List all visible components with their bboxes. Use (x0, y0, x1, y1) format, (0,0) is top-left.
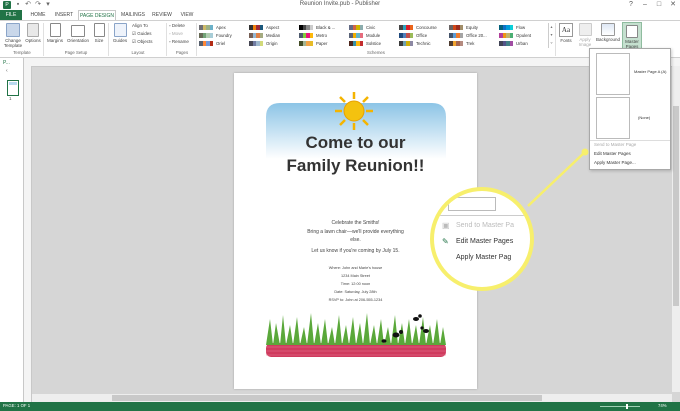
status-bar: PAGE: 1 OF 1 74% (0, 402, 680, 411)
zoom-slider-thumb[interactable] (626, 404, 628, 409)
send-to-master-page-item[interactable]: Send to Master Page (594, 142, 636, 147)
magnified-apply-master: Apply Master Pag (456, 254, 512, 261)
zoom-level[interactable]: 74% (658, 403, 667, 408)
page-indicator[interactable]: PAGE: 1 OF 1 (3, 403, 30, 408)
magnified-send-to-master: Send to Master Pa (456, 222, 514, 229)
zoom-slider[interactable] (600, 406, 640, 407)
apply-master-page-item[interactable]: Apply Master Page... (594, 160, 636, 165)
magnified-edit-master: Edit Master Pages (456, 238, 514, 245)
magnified-edit-icon: ✎ (442, 237, 449, 246)
magnified-none-thumbnail (448, 197, 496, 211)
master-page-a-thumbnail[interactable] (596, 53, 630, 95)
master-page-a-label: Master Page A (A) (634, 69, 667, 74)
callout-line (527, 148, 589, 207)
zoom-callout-magnifier: ▣ Send to Master Pa ✎ Edit Master Pages … (430, 187, 534, 291)
master-pages-dropdown: Master Page A (A) (None) Send to Master … (589, 48, 671, 170)
edit-master-pages-item[interactable]: Edit Master Pages (594, 151, 631, 156)
none-master-thumbnail[interactable] (596, 97, 630, 139)
none-master-label: (None) (638, 115, 651, 120)
dropdown-divider (590, 140, 670, 141)
magnified-send-icon: ▣ (442, 221, 450, 230)
magnified-divider (434, 215, 530, 216)
